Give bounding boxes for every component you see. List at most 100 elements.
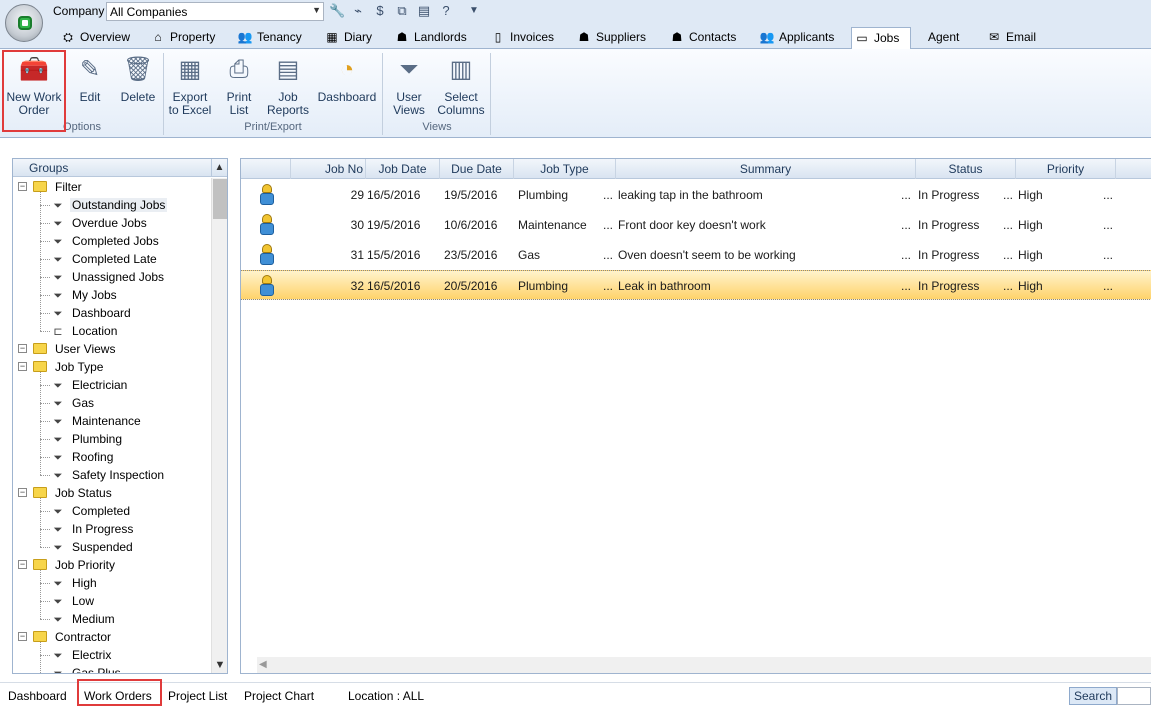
tree-folder[interactable]: − Job Type (18, 358, 105, 376)
tree-scrollbar[interactable]: ▼ (211, 178, 227, 673)
column-header-summary[interactable]: Summary (616, 159, 916, 179)
print-list-button[interactable]: ⎙ Print List (219, 53, 259, 121)
cell-job-date: 15/5/2016 (367, 248, 421, 262)
collapse-icon[interactable]: − (18, 344, 27, 353)
tree-connector (40, 511, 50, 512)
table-row[interactable]: 29 16/5/2016 19/5/2016 Plumbing leaking tap … (241, 180, 1151, 210)
tree-folder[interactable]: − Job Priority (18, 556, 117, 574)
tree-item[interactable]: ⏷ High (51, 574, 99, 592)
wrench-icon[interactable]: 🔧 (329, 3, 345, 19)
tree-item[interactable]: ⏷ Maintenance (51, 412, 143, 430)
tree-item[interactable]: ⏷ Completed Jobs (51, 232, 161, 250)
user-views-button[interactable]: ⏷ User Views (388, 53, 430, 121)
collapse-panel-button[interactable]: ▲ (211, 159, 227, 177)
collapse-icon[interactable]: − (18, 560, 27, 569)
new-work-order-button[interactable]: 🧰 New Work Order (4, 53, 64, 121)
tag-icon[interactable]: ⌁ (350, 3, 366, 19)
funnel-icon: ⏷ (399, 56, 419, 83)
worker-icon (258, 214, 276, 236)
table-row[interactable]: 30 19/5/2016 10/6/2016 Maintenance Front doo… (241, 210, 1151, 240)
money-icon[interactable]: $ (372, 3, 388, 19)
scrollbar-thumb[interactable] (213, 179, 227, 219)
delete-button[interactable]: 🗑 Delete (116, 53, 160, 121)
document-icon[interactable]: ▤ (416, 3, 432, 19)
tab-property[interactable]: ⌂ Property (148, 27, 215, 49)
tree-connector (40, 421, 50, 422)
bottom-tab-dashboard[interactable]: Dashboard (4, 686, 71, 706)
tree-folder[interactable]: − User Views (18, 340, 117, 358)
job-reports-button[interactable]: ▤ Job Reports (265, 53, 311, 121)
bottom-tab-project-list[interactable]: Project List (164, 686, 231, 706)
tree-item[interactable]: ⏷ My Jobs (51, 286, 119, 304)
dashboard-button[interactable]: ◔ Dashboard (316, 53, 378, 121)
help-icon[interactable]: ? (438, 3, 454, 19)
tree-item[interactable]: ⏷ Medium (51, 610, 117, 628)
select-columns-button[interactable]: ▥ Select Columns (436, 53, 486, 121)
export-to-excel-button[interactable]: ▦ Export to Excel (168, 53, 212, 121)
company-select[interactable]: All Companies ▼ (106, 2, 324, 21)
funnel-icon: ⏷ (53, 452, 63, 464)
tree-item-label: Overdue Jobs (72, 216, 147, 230)
tab-contacts[interactable]: ☗ Contacts (667, 27, 737, 49)
app-menu-button[interactable] (5, 4, 43, 42)
tree-item[interactable]: ⏷ In Progress (51, 520, 135, 538)
tab-invoices[interactable]: ▯ Invoices (488, 27, 554, 49)
tree-item[interactable]: ⏷ Gas Plus (51, 664, 123, 673)
tree-item[interactable]: ⏷ Unassigned Jobs (51, 268, 166, 286)
applicants-icon: 👥 (759, 30, 775, 44)
table-row[interactable]: 31 15/5/2016 23/5/2016 Gas Oven doesn't seem… (241, 240, 1151, 270)
collapse-icon[interactable]: − (18, 182, 27, 191)
tree-item[interactable]: ⊏ Location (51, 322, 119, 340)
funnel-icon: ⏷ (53, 434, 63, 446)
bottom-tab-work-orders[interactable]: Work Orders (80, 686, 156, 706)
bottom-tab-project-chart[interactable]: Project Chart (240, 686, 318, 706)
column-header-priority[interactable]: Priority (1016, 159, 1116, 179)
tab-overview[interactable]: ⛭ Overview (58, 27, 130, 49)
grid-horizontal-scrollbar[interactable]: ◀ (257, 657, 1151, 673)
collapse-icon[interactable]: − (18, 362, 27, 371)
column-header-status[interactable]: Status (916, 159, 1016, 179)
tab-diary[interactable]: ▦ Diary (322, 27, 372, 49)
tab-suppliers[interactable]: ☗ Suppliers (574, 27, 646, 49)
chevron-down-icon: ▼ (312, 5, 321, 15)
scroll-down-icon[interactable]: ▼ (212, 657, 228, 673)
tree-item[interactable]: ⏷ Suspended (51, 538, 135, 556)
edit-button[interactable]: ✎ Edit (70, 53, 110, 121)
spreadsheet-icon: ▦ (178, 56, 202, 83)
tree-item[interactable]: ⏷ Roofing (51, 448, 115, 466)
tree-item[interactable]: ⏷ Outstanding Jobs (51, 196, 168, 214)
collapse-icon[interactable]: − (18, 632, 27, 641)
tree-item[interactable]: ⏷ Completed Late (51, 250, 159, 268)
scroll-left-icon[interactable]: ◀ (259, 657, 267, 673)
folder-icon (33, 343, 47, 354)
table-row[interactable]: 32 16/5/2016 20/5/2016 Plumbing Leak in bath… (241, 270, 1151, 300)
collapse-icon[interactable]: − (18, 488, 27, 497)
tree-item[interactable]: ⏷ Safety Inspection (51, 466, 166, 484)
search-button[interactable]: Search (1069, 687, 1117, 705)
tree-icon[interactable]: ⧉ (394, 3, 410, 19)
cell-ellipsis: ... (1003, 218, 1014, 232)
column-header-job-no[interactable]: Job No (291, 159, 366, 179)
tree-folder[interactable]: − Contractor (18, 628, 113, 646)
tree-item[interactable]: ⏷ Electrix (51, 646, 113, 664)
column-header-due-date[interactable]: Due Date (440, 159, 514, 179)
tab-agent[interactable]: Agent (906, 27, 959, 49)
tab-jobs[interactable]: ▭ Jobs (851, 27, 911, 50)
tab-tenancy[interactable]: 👥 Tenancy (235, 27, 302, 49)
tree-item[interactable]: ⏷ Completed (51, 502, 132, 520)
tree-item[interactable]: ⏷ Electrician (51, 376, 129, 394)
tab-email[interactable]: ✉ Email (984, 27, 1036, 49)
tree-item[interactable]: ⏷ Overdue Jobs (51, 214, 149, 232)
tree-connector (40, 457, 50, 458)
tree-item[interactable]: ⏷ Low (51, 592, 96, 610)
tree-item[interactable]: ⏷ Gas (51, 394, 96, 412)
tree-folder[interactable]: − Job Status (18, 484, 114, 502)
tab-landlords[interactable]: ☗ Landlords (392, 27, 467, 49)
tab-applicants[interactable]: 👥 Applicants (757, 27, 835, 49)
column-header-job-date[interactable]: Job Date (366, 159, 440, 179)
column-header-job-type[interactable]: Job Type (514, 159, 616, 179)
tree-item[interactable]: ⏷ Dashboard (51, 304, 133, 322)
search-input[interactable] (1117, 687, 1151, 705)
customize-icon[interactable]: ▼ (466, 3, 482, 19)
tree-item[interactable]: ⏷ Plumbing (51, 430, 124, 448)
